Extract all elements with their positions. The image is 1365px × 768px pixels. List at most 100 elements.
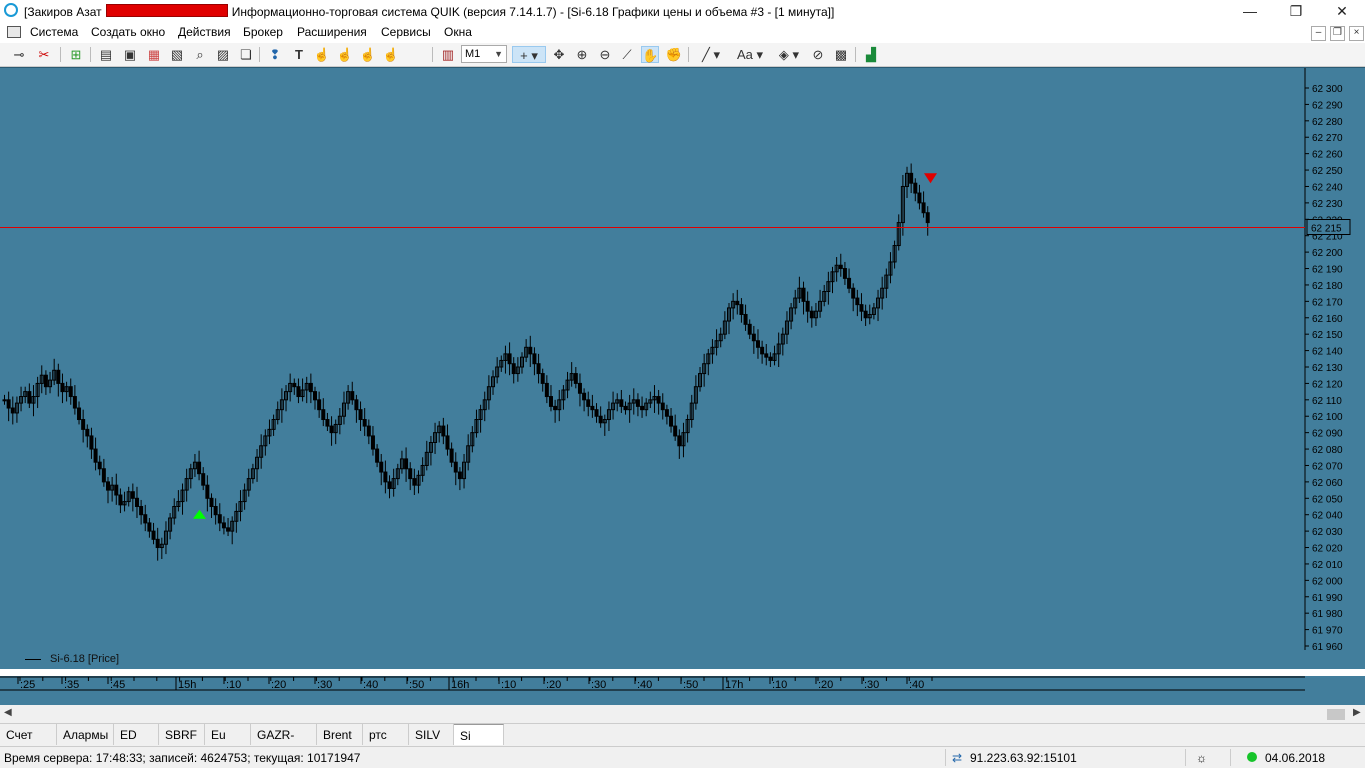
menu-windows[interactable]: Окна (444, 25, 472, 39)
indicators-icon[interactable]: ▟ (862, 46, 880, 63)
price-tick-label: 62 150 (1312, 330, 1343, 341)
candle-body (85, 428, 90, 437)
tab-silv[interactable]: SILV (409, 724, 454, 745)
tab-si[interactable]: Si (454, 724, 504, 745)
candle-body (669, 415, 674, 427)
time-tick-label: :40 (637, 679, 652, 691)
candle-body (739, 304, 744, 315)
crosshair-tool-icon[interactable]: + ▾ (512, 46, 546, 63)
tab-alarms[interactable]: Алармы (57, 724, 114, 745)
zoom-out-icon[interactable]: ⊖ (596, 46, 614, 63)
candle-body (387, 481, 392, 489)
candle-body (366, 425, 371, 437)
filter-window-icon[interactable]: ▨ (214, 46, 232, 63)
hand-tool-2-icon[interactable]: ☝ (336, 46, 354, 63)
delete-drawings-icon[interactable]: ▩ (832, 46, 850, 63)
candle-body (582, 392, 587, 401)
maximize-button[interactable]: ❐ (1273, 0, 1319, 23)
candle-body (751, 333, 756, 342)
candle-body (553, 405, 558, 411)
candlestick-chart-svg[interactable]: 62 300 62 290 62 280 62 270 62 260 62 250 62 2… (0, 68, 1365, 650)
candle-body (205, 484, 210, 499)
tab-ed[interactable]: ED (114, 724, 159, 745)
menu-create-window[interactable]: Создать окно (91, 25, 165, 39)
legend-label: Si-6.18 [Price] (50, 653, 120, 665)
time-tick-label: 16h (451, 679, 469, 691)
hand-tool-1-icon[interactable]: ☝ (313, 46, 331, 63)
hand-tool-4-icon[interactable]: ☝ (382, 46, 400, 63)
candle-body (511, 363, 516, 375)
connect-icon[interactable]: ⊸ (10, 46, 28, 63)
candle-body (317, 399, 322, 411)
close-button[interactable]: ✕ (1319, 0, 1365, 23)
time-tick-label: :45 (110, 679, 125, 691)
tab-gazr[interactable]: GAZR-3.18 (251, 724, 317, 764)
candle-body (370, 435, 375, 450)
mdi-restore-button[interactable]: ❐ (1330, 26, 1345, 41)
ruler-icon[interactable]: ⟋ (618, 46, 636, 63)
copy-window-icon[interactable]: ❏ (237, 46, 255, 63)
quotes-window-icon[interactable]: ▣ (121, 46, 139, 63)
candle-body (577, 382, 582, 394)
candle-body (6, 399, 11, 409)
candle-body (623, 405, 628, 411)
hand-tool-3-icon[interactable]: ☝ (359, 46, 377, 63)
disconnect-icon[interactable]: ✂ (35, 46, 53, 63)
move-tool-icon[interactable]: ✥ (550, 46, 568, 63)
candle-body (760, 346, 765, 355)
menu-extensions[interactable]: Расширения (297, 25, 367, 39)
price-tick-label: 62 060 (1312, 478, 1343, 489)
candle-body (329, 425, 334, 434)
hand-pan-icon[interactable]: ✋ (641, 46, 659, 63)
hide-drawings-icon[interactable]: ⊘ (809, 46, 827, 63)
candle-body (375, 448, 380, 463)
orders-window-icon[interactable]: ▦ (145, 46, 163, 63)
chart-window-icon[interactable]: ▧ (168, 46, 186, 63)
menu-actions[interactable]: Действия (178, 25, 231, 39)
price-tick-label: 62 180 (1312, 281, 1343, 292)
horizontal-scrollbar[interactable]: ◀ ▶ (0, 707, 1365, 722)
timeframe-select[interactable]: M1 ▼ (461, 45, 507, 63)
font-tool-icon[interactable]: Aa ▾ (733, 46, 767, 63)
price-tick-label: 62 020 (1312, 544, 1343, 555)
grab-icon[interactable]: ✊ (665, 46, 683, 63)
candle-body (673, 425, 678, 437)
candle-body (313, 391, 317, 401)
tab-account-fch[interactable]: Счет ФЧ (0, 724, 57, 764)
zoom-in-icon[interactable]: ⊕ (573, 46, 591, 63)
candle-body (764, 353, 769, 358)
candle-body (217, 514, 222, 524)
menu-system[interactable]: Система (30, 25, 78, 39)
window-menu-icon[interactable] (7, 26, 21, 38)
table-window-icon[interactable]: ▤ (97, 46, 115, 63)
minimize-button[interactable]: — (1227, 0, 1273, 23)
candle-body (325, 419, 330, 427)
search-window-icon[interactable]: ⌕ (191, 46, 209, 63)
candle-body (656, 396, 661, 404)
menu-broker[interactable]: Брокер (243, 25, 283, 39)
color-tool-icon[interactable]: ◈ ▾ (772, 46, 806, 63)
scroll-right-icon[interactable]: ▶ (1353, 707, 1361, 718)
tab-eu[interactable]: Eu (205, 724, 251, 745)
tab-sbrf[interactable]: SBRF (159, 724, 205, 745)
candle-body (404, 458, 409, 470)
add-window-icon[interactable]: ⊞ (67, 46, 85, 63)
scroll-thumb[interactable] (1327, 709, 1345, 720)
candle-body (590, 405, 595, 411)
title-user: [Закиров Азат (24, 5, 102, 19)
info-icon[interactable]: ❢ (266, 46, 284, 63)
candle-body (909, 172, 914, 184)
price-tick-label: 61 990 (1312, 593, 1343, 604)
mdi-close-button[interactable]: × (1349, 26, 1364, 41)
scroll-left-icon[interactable]: ◀ (4, 707, 12, 718)
chart-type-icon[interactable]: ▥ (439, 46, 457, 63)
tab-brent[interactable]: Brent (317, 724, 363, 745)
candle-body (155, 538, 160, 549)
menu-services[interactable]: Сервисы (381, 25, 431, 39)
line-tool-icon[interactable]: ╱ ▾ (695, 46, 727, 63)
tab-rts[interactable]: ртс (363, 724, 409, 745)
candle-body (855, 297, 860, 306)
price-chart[interactable]: 62 300 62 290 62 280 62 270 62 260 62 250 62 2… (0, 67, 1365, 650)
mdi-minimize-button[interactable]: – (1311, 26, 1326, 41)
text-tool-icon[interactable]: T (290, 46, 308, 63)
